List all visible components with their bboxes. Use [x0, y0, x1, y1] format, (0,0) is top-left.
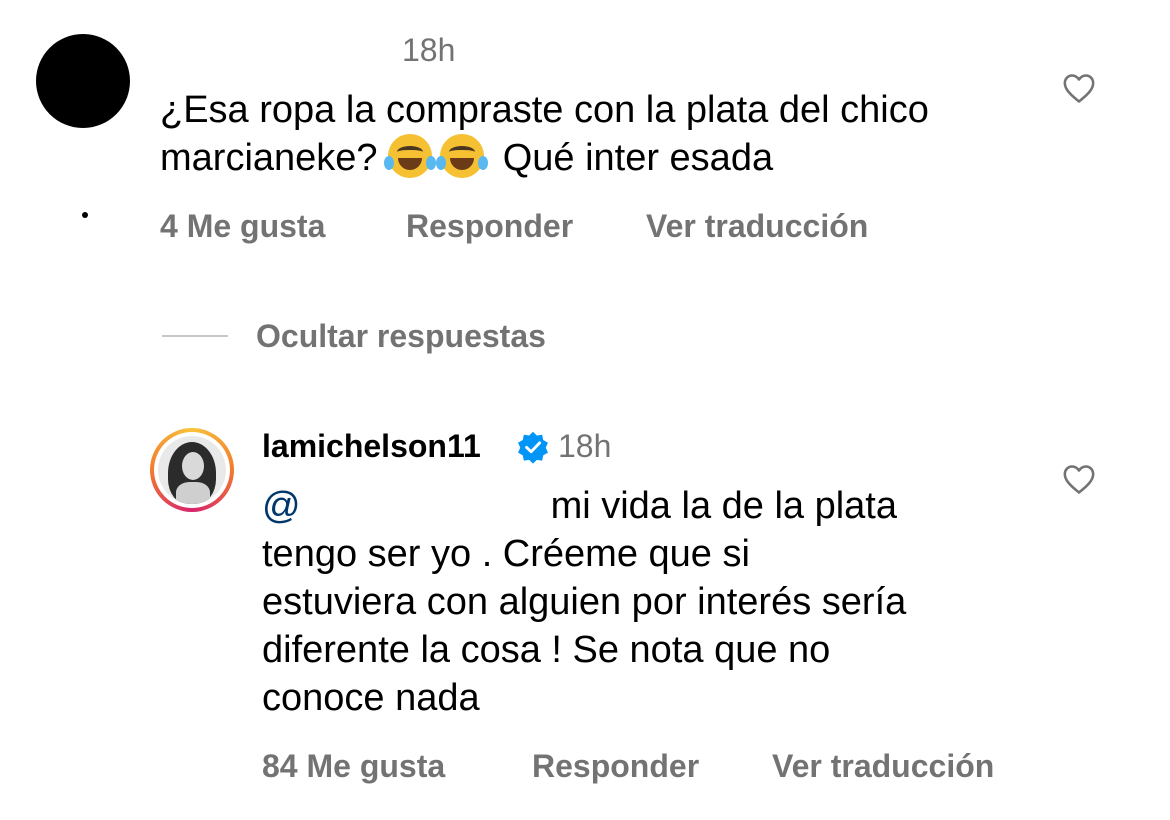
- comment-text: ¿Esa ropa la compraste con la plata del …: [160, 86, 1040, 182]
- mention-at: @: [262, 485, 301, 527]
- comment-reply-button[interactable]: Responder: [406, 208, 573, 245]
- hide-replies-button[interactable]: Ocultar respuestas: [256, 318, 546, 355]
- reply-translate-button[interactable]: Ver traducción: [772, 748, 994, 785]
- reply-timestamp: 18h: [558, 428, 612, 464]
- mention-link[interactable]: @: [262, 485, 551, 527]
- reply-likes-count[interactable]: 84 Me gusta: [262, 748, 445, 785]
- reply-avatar[interactable]: [150, 428, 234, 512]
- comment-text-tail: Qué inter esada: [502, 137, 774, 179]
- tears-of-joy-emoji-icon: [384, 134, 437, 178]
- comment-likes-count[interactable]: 4 Me gusta: [160, 208, 325, 245]
- reply-text-first-line: mi vida la de la plata: [550, 485, 897, 527]
- comment-translate-button[interactable]: Ver traducción: [646, 208, 868, 245]
- like-heart-icon[interactable]: [1062, 72, 1096, 104]
- reply-reply-button[interactable]: Responder: [532, 748, 699, 785]
- story-ring-gap: [154, 432, 230, 508]
- dot-mark: [82, 212, 88, 218]
- comment-timestamp: 18h: [402, 32, 456, 68]
- profile-photo: [158, 436, 226, 504]
- verified-badge-icon: [518, 431, 548, 464]
- tears-of-joy-emoji-icon: [436, 134, 489, 178]
- reply-text: @ mi vida la de la plata tengo ser yo . C…: [262, 482, 1022, 722]
- commenter-avatar[interactable]: [36, 34, 130, 128]
- hide-replies-divider: [162, 335, 228, 337]
- reply-username[interactable]: lamichelson11: [262, 428, 481, 465]
- like-heart-icon[interactable]: [1062, 463, 1096, 495]
- reply-text-rest: tengo ser yo . Créeme que si estuviera c…: [262, 533, 907, 719]
